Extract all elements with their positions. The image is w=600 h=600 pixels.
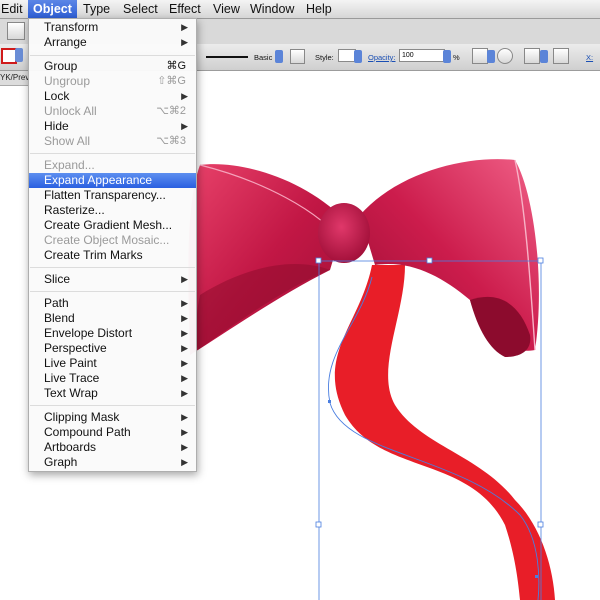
menu-item-group[interactable]: Group ⌘G — [29, 59, 196, 74]
workspace-icon[interactable] — [7, 22, 25, 40]
shortcut-label: ⌥⌘2 — [156, 105, 186, 117]
menu-item-slice[interactable]: Slice ▶ — [29, 272, 196, 287]
menu-separator — [30, 267, 195, 268]
recolor-artwork-icon[interactable] — [472, 48, 488, 64]
menu-item-clipping-mask[interactable]: Clipping Mask ▶ — [29, 410, 196, 425]
menu-type[interactable]: Type — [78, 0, 115, 18]
menu-view[interactable]: View — [208, 0, 245, 18]
menu-separator — [30, 405, 195, 406]
submenu-arrow-icon: ▶ — [181, 91, 188, 101]
menu-separator — [30, 153, 195, 154]
menu-item-expand[interactable]: Expand... — [29, 158, 196, 173]
stroke-color-dropdown[interactable] — [15, 48, 23, 62]
submenu-arrow-icon: ▶ — [181, 328, 188, 338]
isolate-group-icon[interactable] — [497, 48, 513, 64]
bow-knot — [318, 203, 370, 263]
menu-item-live-paint[interactable]: Live Paint ▶ — [29, 356, 196, 371]
submenu-arrow-icon: ▶ — [181, 457, 188, 467]
brush-options-icon[interactable] — [290, 49, 305, 64]
menu-item-artboards[interactable]: Artboards ▶ — [29, 440, 196, 455]
menu-edit[interactable]: Edit — [0, 0, 28, 18]
submenu-arrow-icon: ▶ — [181, 22, 188, 32]
submenu-arrow-icon: ▶ — [181, 442, 188, 452]
menu-item-hide[interactable]: Hide ▶ — [29, 119, 196, 134]
stroke-style-dropdown[interactable] — [275, 50, 283, 63]
submenu-arrow-icon: ▶ — [181, 274, 188, 284]
menu-bar: Edit Object Type Select Effect View Wind… — [0, 0, 600, 19]
document-tab[interactable]: YK/Prev — [0, 71, 30, 86]
submenu-arrow-icon: ▶ — [181, 412, 188, 422]
opacity-input[interactable]: 100 — [399, 49, 445, 62]
menu-window[interactable]: Window — [245, 0, 299, 18]
shortcut-label: ⌥⌘3 — [156, 135, 186, 147]
menu-item-compound-path[interactable]: Compound Path ▶ — [29, 425, 196, 440]
menu-item-rasterize[interactable]: Rasterize... — [29, 203, 196, 218]
menu-item-live-trace[interactable]: Live Trace ▶ — [29, 371, 196, 386]
menu-help[interactable]: Help — [301, 0, 337, 18]
submenu-arrow-icon: ▶ — [181, 343, 188, 353]
x-label[interactable]: X: — [586, 53, 593, 62]
menu-item-envelope-distort[interactable]: Envelope Distort ▶ — [29, 326, 196, 341]
menu-item-expand-appearance[interactable]: Expand Appearance — [29, 173, 196, 188]
shortcut-label: ⇧⌘G — [157, 75, 186, 87]
shortcut-label: ⌘G — [166, 60, 186, 72]
menu-item-flatten-transparency[interactable]: Flatten Transparency... — [29, 188, 196, 203]
menu-item-create-object-mosaic[interactable]: Create Object Mosaic... — [29, 233, 196, 248]
transform-icon[interactable] — [553, 48, 569, 64]
menu-item-transform[interactable]: Transform ▶ — [29, 20, 196, 35]
opacity-link[interactable]: Opacity: — [368, 53, 396, 62]
menu-item-arrange[interactable]: Arrange ▶ — [29, 35, 196, 50]
align-dropdown[interactable] — [540, 50, 548, 63]
menu-item-text-wrap[interactable]: Text Wrap ▶ — [29, 386, 196, 401]
document-tab-label: YK/Prev — [0, 73, 30, 82]
recolor-dropdown[interactable] — [487, 50, 495, 63]
submenu-arrow-icon: ▶ — [181, 388, 188, 398]
menu-select[interactable]: Select — [118, 0, 163, 18]
menu-separator — [30, 291, 195, 292]
menu-separator — [30, 55, 195, 56]
menu-item-graph[interactable]: Graph ▶ — [29, 455, 196, 470]
menu-effect[interactable]: Effect — [164, 0, 206, 18]
menu-item-lock[interactable]: Lock ▶ — [29, 89, 196, 104]
graphic-style-dropdown[interactable] — [354, 50, 362, 63]
menu-item-unlock-all[interactable]: Unlock All ⌥⌘2 — [29, 104, 196, 119]
menu-item-create-gradient-mesh[interactable]: Create Gradient Mesh... — [29, 218, 196, 233]
submenu-arrow-icon: ▶ — [181, 373, 188, 383]
submenu-arrow-icon: ▶ — [181, 121, 188, 131]
stroke-style-label: Basic — [254, 53, 273, 62]
menu-item-ungroup[interactable]: Ungroup ⇧⌘G — [29, 74, 196, 89]
submenu-arrow-icon: ▶ — [181, 427, 188, 437]
menu-item-path[interactable]: Path ▶ — [29, 296, 196, 311]
style-label: Style: — [315, 53, 334, 62]
opacity-dropdown[interactable] — [443, 50, 451, 63]
object-menu-dropdown: Transform ▶ Arrange ▶ Group ⌘G Ungroup ⇧⌘G L… — [28, 18, 197, 472]
menu-object[interactable]: Object — [28, 0, 77, 18]
reference-point-icon[interactable] — [524, 48, 540, 64]
menu-item-blend[interactable]: Blend ▶ — [29, 311, 196, 326]
opacity-unit: % — [453, 53, 460, 62]
menu-item-perspective[interactable]: Perspective ▶ — [29, 341, 196, 356]
submenu-arrow-icon: ▶ — [181, 37, 188, 47]
submenu-arrow-icon: ▶ — [181, 358, 188, 368]
submenu-arrow-icon: ▶ — [181, 313, 188, 323]
menu-item-show-all[interactable]: Show All ⌥⌘3 — [29, 134, 196, 149]
submenu-arrow-icon: ▶ — [181, 298, 188, 308]
menu-item-create-trim-marks[interactable]: Create Trim Marks — [29, 248, 196, 263]
stroke-style-preview — [206, 56, 248, 58]
